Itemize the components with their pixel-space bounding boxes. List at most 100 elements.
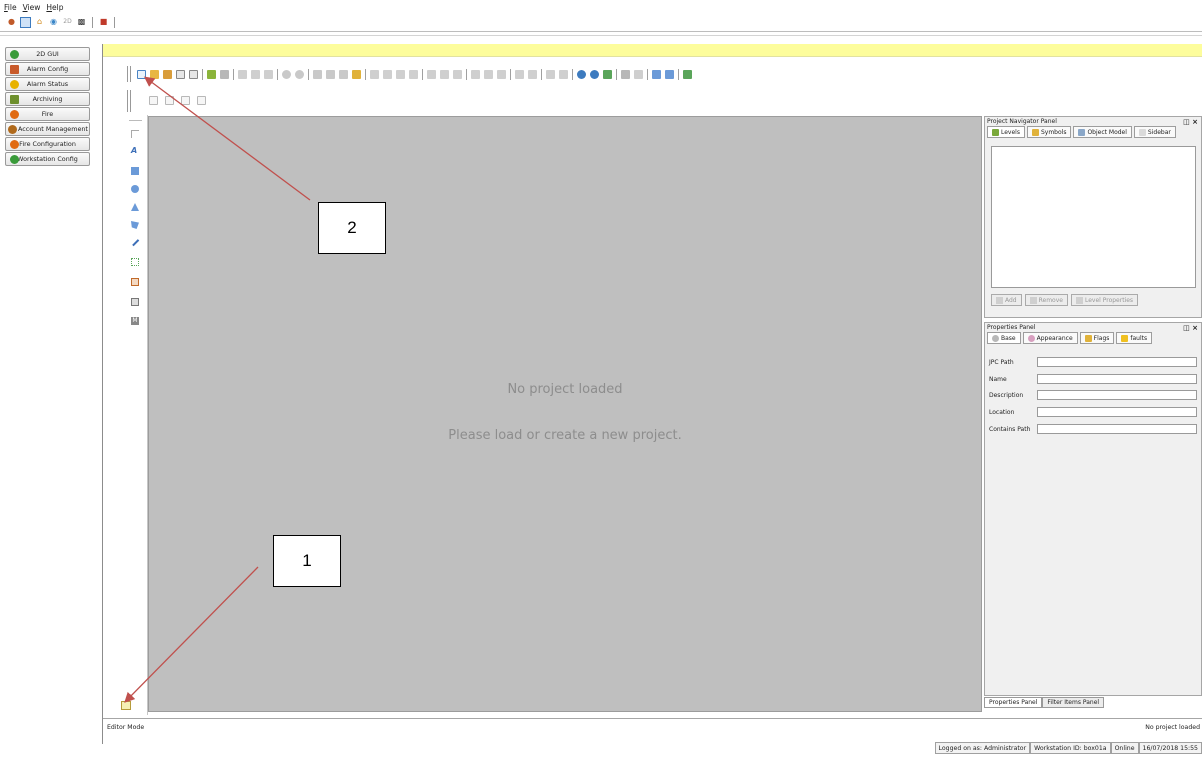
tab-faults[interactable]: faults xyxy=(1116,332,1153,344)
unlock-icon[interactable] xyxy=(352,69,361,79)
nav-alarm-config[interactable]: Alarm Config xyxy=(5,62,90,76)
duplicate-icon[interactable] xyxy=(181,95,190,105)
align-middle-icon[interactable] xyxy=(427,69,436,79)
home-icon[interactable]: ⌂ xyxy=(34,17,45,28)
polygon-tool-icon[interactable] xyxy=(131,221,139,229)
toolbar-grip[interactable] xyxy=(127,66,131,82)
nav-account-management[interactable]: Account Management xyxy=(5,122,90,136)
tab-object-model[interactable]: Object Model xyxy=(1073,126,1132,138)
alarm-icon[interactable]: ■ xyxy=(98,17,109,28)
nav-fire-configuration[interactable]: Fire Configuration xyxy=(5,137,90,151)
tab-flags[interactable]: Flags xyxy=(1079,332,1115,344)
user-icon[interactable]: ● xyxy=(6,17,17,28)
close-icon[interactable]: × xyxy=(1192,324,1198,332)
nav-fire[interactable]: Fire xyxy=(5,107,90,121)
level-properties-button[interactable]: Level Properties xyxy=(1070,294,1139,306)
paste-icon[interactable] xyxy=(264,69,273,79)
close-icon[interactable]: × xyxy=(1192,118,1198,126)
lock-icon[interactable] xyxy=(339,69,348,79)
description-field[interactable] xyxy=(1037,390,1197,400)
text-tool-icon[interactable]: A xyxy=(131,147,139,155)
nav-alarm-status[interactable]: Alarm Status xyxy=(5,77,90,91)
open-recent-icon[interactable] xyxy=(163,69,172,79)
2d-icon[interactable]: 2D xyxy=(62,17,73,28)
tab-filter-items-panel[interactable]: Filter Items Panel xyxy=(1042,697,1105,708)
contains-path-field[interactable] xyxy=(1037,424,1197,434)
align-bottom-icon[interactable] xyxy=(440,69,449,79)
menu-view[interactable]: View xyxy=(23,3,41,12)
distribute-icon[interactable] xyxy=(453,69,462,79)
image-tool-icon[interactable] xyxy=(131,278,139,286)
ellipse-tool-icon[interactable] xyxy=(131,185,139,193)
import-icon[interactable] xyxy=(207,69,216,79)
connector-tool-icon[interactable] xyxy=(131,298,139,306)
spacing-h-icon[interactable] xyxy=(546,69,555,79)
open-folder-icon[interactable] xyxy=(150,69,159,79)
group-icon[interactable] xyxy=(326,69,335,79)
pointer-icon[interactable] xyxy=(131,130,139,138)
tab-properties-panel[interactable]: Properties Panel xyxy=(984,697,1043,708)
new-project-icon[interactable] xyxy=(137,69,146,79)
nav-workstation-config[interactable]: Workstation Config xyxy=(5,152,90,166)
palette-handle[interactable] xyxy=(129,115,142,121)
float-icon[interactable]: ◫ xyxy=(1183,324,1190,332)
publish-icon[interactable] xyxy=(652,69,661,79)
tab-sidebar[interactable]: Sidebar xyxy=(1133,126,1176,138)
spacing-v-icon[interactable] xyxy=(559,69,568,79)
tab-symbols[interactable]: Symbols xyxy=(1026,126,1072,138)
send-back-icon[interactable] xyxy=(484,69,493,79)
same-height-icon[interactable] xyxy=(528,69,537,79)
preview-icon[interactable] xyxy=(665,69,674,79)
editor-mode-icon[interactable] xyxy=(121,701,131,710)
rotate-icon[interactable] xyxy=(149,95,158,105)
location-field[interactable] xyxy=(1037,407,1197,417)
globe-icon[interactable]: ◉ xyxy=(48,17,59,28)
jpc-path-field[interactable] xyxy=(1037,357,1197,367)
rectangle-tool-icon[interactable] xyxy=(131,167,139,175)
bring-front-icon[interactable] xyxy=(471,69,480,79)
menu-file[interactable]: File xyxy=(4,3,17,12)
flip-icon[interactable] xyxy=(165,95,174,105)
nav-archiving[interactable]: Archiving xyxy=(5,92,90,106)
line-tool-icon[interactable] xyxy=(130,237,140,247)
redo-icon[interactable] xyxy=(295,69,304,79)
cut-icon[interactable] xyxy=(238,69,247,79)
polyline-tool-icon[interactable] xyxy=(131,258,139,266)
zoom-in-icon[interactable] xyxy=(577,69,586,79)
select-icon[interactable] xyxy=(313,69,322,79)
tab-appearance[interactable]: Appearance xyxy=(1022,332,1078,344)
align-center-icon[interactable] xyxy=(383,69,392,79)
float-icon[interactable]: ◫ xyxy=(1183,118,1190,126)
triangle-tool-icon[interactable] xyxy=(131,203,139,211)
name-field[interactable] xyxy=(1037,374,1197,384)
add-level-button[interactable]: Add xyxy=(991,294,1022,306)
remove-level-button[interactable]: Remove xyxy=(1024,294,1068,306)
undo-icon[interactable] xyxy=(282,69,291,79)
align-left-icon[interactable] xyxy=(370,69,379,79)
nav-2d-gui[interactable]: 2D GUI xyxy=(5,47,90,61)
levels-list[interactable] xyxy=(991,146,1196,288)
grid-icon[interactable] xyxy=(621,69,630,79)
zoom-fit-icon[interactable] xyxy=(603,69,612,79)
copy-icon[interactable] xyxy=(251,69,260,79)
toolbar-grip[interactable] xyxy=(127,90,131,112)
tab-base[interactable]: Base xyxy=(987,332,1021,344)
save-icon[interactable] xyxy=(176,69,185,79)
save-as-icon[interactable] xyxy=(189,69,198,79)
align-top-icon[interactable] xyxy=(409,69,418,79)
monitor-icon[interactable] xyxy=(20,16,31,28)
warning-icon xyxy=(1121,334,1129,342)
same-width-icon[interactable] xyxy=(515,69,524,79)
menu-help[interactable]: Help xyxy=(46,3,63,12)
download-icon[interactable] xyxy=(683,69,692,79)
binoculars-icon[interactable]: ▩ xyxy=(76,17,87,28)
macro-tool-icon[interactable]: M xyxy=(131,317,139,325)
layer-icon[interactable] xyxy=(497,69,506,79)
editor-canvas[interactable]: No project loaded Please load or create … xyxy=(148,116,982,712)
zoom-out-icon[interactable] xyxy=(590,69,599,79)
export-icon[interactable] xyxy=(220,69,229,79)
resize-icon[interactable] xyxy=(634,69,643,79)
tab-levels[interactable]: Levels xyxy=(987,126,1025,138)
align-right-icon[interactable] xyxy=(396,69,405,79)
snap-icon[interactable] xyxy=(197,95,206,105)
